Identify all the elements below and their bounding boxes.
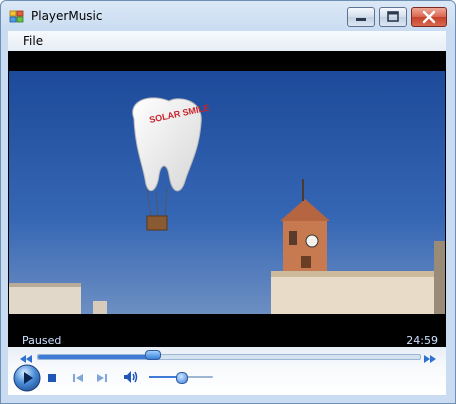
title-bar[interactable]: PlayerMusic bbox=[1, 1, 455, 31]
seek-bar[interactable] bbox=[37, 354, 421, 360]
menu-bar: File bbox=[8, 31, 446, 51]
video-frame: SOLAR SMILE bbox=[9, 71, 445, 314]
stop-button[interactable] bbox=[44, 370, 60, 386]
fast-forward-icon bbox=[424, 355, 436, 363]
close-button[interactable] bbox=[411, 7, 447, 27]
previous-button[interactable] bbox=[70, 370, 86, 386]
play-icon bbox=[13, 364, 41, 392]
minimize-icon bbox=[356, 18, 366, 21]
seek-thumb[interactable] bbox=[144, 350, 161, 360]
window-title: PlayerMusic bbox=[31, 9, 103, 23]
maximize-button[interactable] bbox=[379, 7, 407, 27]
rewind-button[interactable] bbox=[18, 350, 34, 363]
volume-thumb[interactable] bbox=[176, 372, 188, 384]
previous-icon bbox=[73, 374, 83, 382]
close-icon bbox=[422, 10, 436, 24]
next-icon bbox=[97, 374, 107, 382]
stop-icon bbox=[48, 374, 56, 382]
minimize-button[interactable] bbox=[347, 7, 375, 27]
volume-button[interactable] bbox=[122, 369, 138, 385]
video-area[interactable]: SOLAR SMILE Paused 24:59 bbox=[8, 51, 446, 347]
app-icon bbox=[9, 9, 25, 23]
volume-icon bbox=[124, 371, 138, 383]
next-button[interactable] bbox=[94, 370, 110, 386]
menu-file[interactable]: File bbox=[23, 34, 43, 48]
seek-progress bbox=[38, 355, 153, 359]
app-window: PlayerMusic File SOLAR SMILE Paused 24:5… bbox=[0, 0, 456, 404]
fast-forward-button[interactable] bbox=[422, 350, 438, 363]
playback-status: Paused bbox=[22, 334, 62, 347]
player-controls bbox=[8, 347, 446, 395]
play-button[interactable] bbox=[13, 364, 41, 392]
playback-time: 24:59 bbox=[406, 334, 438, 347]
maximize-icon bbox=[387, 11, 399, 22]
